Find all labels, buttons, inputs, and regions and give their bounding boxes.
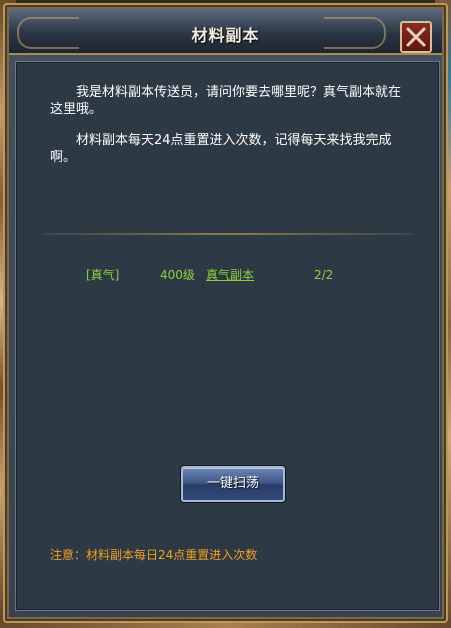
dialog-titlebar[interactable]: 材料副本 xyxy=(9,9,442,55)
intro-paragraph-2: 材料副本每天24点重置进入次数，记得每天来找我完成啊。 xyxy=(50,133,392,165)
entry-remaining-count: 2/2 xyxy=(314,268,334,282)
entry-level: 400级 xyxy=(160,268,195,282)
close-button[interactable] xyxy=(400,21,432,53)
section-divider xyxy=(44,233,412,235)
intro-paragraph-1: 我是材料副本传送员，请问你要去哪里呢？真气副本就在这里哦。 xyxy=(50,85,402,117)
material-dungeon-dialog: 材料副本 我是材料副本传送员，请问你要去哪里呢？真气副本就在这里哦。 材料副本每… xyxy=(3,3,448,623)
entry-tag: [真气] xyxy=(86,268,120,282)
dungeon-entry-row: [真气] 400级 真气副本 2/2 xyxy=(86,266,386,284)
close-x-icon xyxy=(406,27,426,47)
dungeon-link[interactable]: 真气副本 xyxy=(206,266,254,284)
dialog-content-panel: 我是材料副本传送员，请问你要去哪里呢？真气副本就在这里哦。 材料副本每天24点重… xyxy=(15,61,440,611)
one-click-sweep-button[interactable]: 一键扫荡 xyxy=(181,466,285,502)
dialog-title: 材料副本 xyxy=(191,26,260,45)
reset-notice: 注意：材料副本每日24点重置进入次数 xyxy=(50,548,258,562)
npc-intro-text: 我是材料副本传送员，请问你要去哪里呢？真气副本就在这里哦。 材料副本每天24点重… xyxy=(50,84,410,180)
